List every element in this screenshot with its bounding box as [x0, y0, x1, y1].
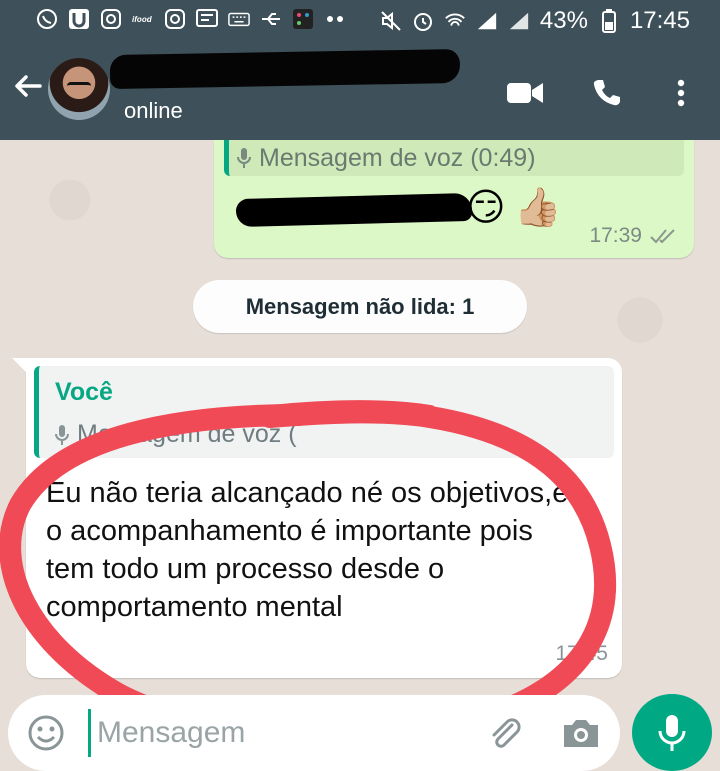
signal-icon — [476, 10, 498, 32]
u-app-icon — [68, 8, 90, 30]
battery-icon — [598, 9, 620, 33]
battery-percent: 43% — [539, 7, 588, 34]
message-input[interactable] — [88, 709, 468, 757]
incoming-message[interactable]: Você Mensagem de voz ( Eu não teria alca… — [12, 358, 622, 678]
svg-text:ifood: ifood — [132, 15, 153, 24]
redacted-text — [235, 192, 473, 228]
message-meta: 17:39 — [589, 224, 678, 248]
quoted-sender: Você — [55, 378, 113, 406]
message-text: Eu não teria alcançado né os objetivos,e… — [46, 477, 569, 623]
smirk-emoji: 😏 — [466, 187, 506, 229]
message-time: 17:39 — [589, 224, 642, 247]
translate-icon — [196, 8, 218, 30]
camera-icon[interactable] — [560, 713, 602, 753]
wifi-icon — [444, 10, 466, 32]
status-bar: ifood 43% 17:45 — [0, 0, 720, 42]
message-time: 17:45 — [555, 642, 608, 665]
quoted-text: Mensagem de voz ( — [77, 420, 297, 448]
unread-divider: Mensagem não lida: 1 — [193, 280, 527, 333]
quoted-voice-message[interactable]: Mensagem de voz (0:49) — [224, 140, 684, 176]
keyboard-icon — [228, 8, 250, 30]
notification-icons: ifood — [36, 8, 346, 30]
system-indicators: 43% 17:45 — [380, 7, 690, 35]
more-dots-icon — [324, 8, 346, 30]
mic-icon — [55, 424, 69, 445]
usb-icon — [260, 8, 282, 30]
contact-name-redacted[interactable] — [109, 48, 461, 90]
quoted-text: Mensagem de voz (0:49) — [259, 143, 536, 172]
overflow-menu-icon[interactable] — [660, 72, 702, 114]
message-composer — [8, 695, 620, 771]
app-grid-icon — [292, 8, 314, 30]
quoted-reply[interactable]: Você Mensagem de voz ( — [34, 366, 614, 458]
chat-area[interactable]: Mensagem de voz (0:49) 😏 👍🏼 17:39 Mensag… — [0, 140, 720, 771]
signal-icon — [508, 10, 530, 32]
mic-icon — [237, 148, 251, 168]
phone-icon[interactable] — [586, 72, 628, 114]
avatar[interactable] — [48, 58, 110, 120]
video-call-icon[interactable] — [504, 72, 546, 114]
attach-icon[interactable] — [484, 713, 524, 753]
mute-icon — [380, 10, 402, 32]
outgoing-message[interactable]: Mensagem de voz (0:49) 😏 👍🏼 17:39 — [214, 140, 694, 258]
contact-status: online — [124, 98, 183, 123]
instagram-icon — [164, 8, 186, 30]
mic-icon — [658, 714, 686, 751]
alarm-icon — [412, 10, 434, 32]
chat-header: online — [0, 42, 720, 140]
ifood-icon: ifood — [132, 8, 154, 30]
instagram-icon — [100, 8, 122, 30]
whatsapp-icon — [36, 8, 58, 30]
voice-record-button[interactable] — [632, 694, 712, 771]
quoted-voice-message: Mensagem de voz ( — [55, 420, 297, 449]
clock: 17:45 — [629, 7, 690, 34]
double-check-icon — [650, 229, 675, 244]
emoji-icon[interactable] — [26, 713, 66, 753]
back-arrow-icon[interactable] — [10, 68, 46, 104]
thumbs-up-emoji: 👍🏼 — [514, 187, 562, 229]
